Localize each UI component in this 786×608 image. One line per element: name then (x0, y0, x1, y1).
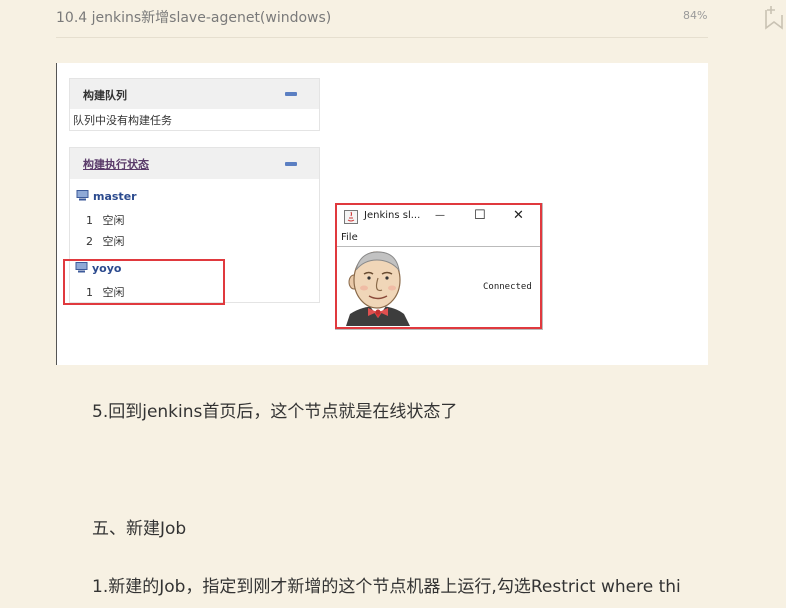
image-border (56, 63, 57, 365)
executor-state: 空闲 (102, 214, 125, 227)
reading-progress: 84% (683, 9, 708, 22)
computer-icon (76, 190, 89, 204)
collapse-icon (285, 92, 297, 96)
add-bookmark-icon[interactable] (762, 4, 786, 30)
executor-number: 1 (86, 214, 93, 227)
paragraph-step5: 5.回到jenkins首页后，这个节点就是在线状态了 (92, 402, 458, 422)
build-queue-panel: 构建队列 队列中没有构建任务 (69, 78, 320, 131)
build-queue-header: 构建队列 (70, 79, 319, 109)
executor-status-header: 构建执行状态 (70, 148, 319, 179)
build-queue-title: 构建队列 (83, 89, 127, 102)
jenkins-screenshot: 构建队列 队列中没有构建任务 构建执行状态 master 1 空闲 2 空闲 y… (56, 63, 708, 365)
executor-status-title: 构建执行状态 (83, 158, 149, 171)
collapse-icon (285, 162, 297, 166)
node-name: master (93, 190, 137, 203)
chapter-title: 10.4 jenkins新增slave-agenet(windows) (56, 10, 332, 26)
executor-number: 2 (86, 235, 93, 248)
executor-row: 1 空闲 (86, 212, 125, 228)
build-queue-empty-text: 队列中没有构建任务 (73, 114, 172, 127)
node-master: master (76, 190, 137, 204)
section-heading: 五、新建Job (92, 519, 187, 539)
executor-row: 2 空闲 (86, 233, 125, 249)
paragraph-step1: 1.新建的Job，指定到刚才新增的这个节点机器上运行,勾选Restrict wh… (92, 577, 681, 597)
header-divider (56, 37, 708, 38)
highlight-box-slave-window (335, 203, 542, 329)
highlight-box-yoyo (63, 259, 225, 305)
executor-state: 空闲 (102, 235, 125, 248)
